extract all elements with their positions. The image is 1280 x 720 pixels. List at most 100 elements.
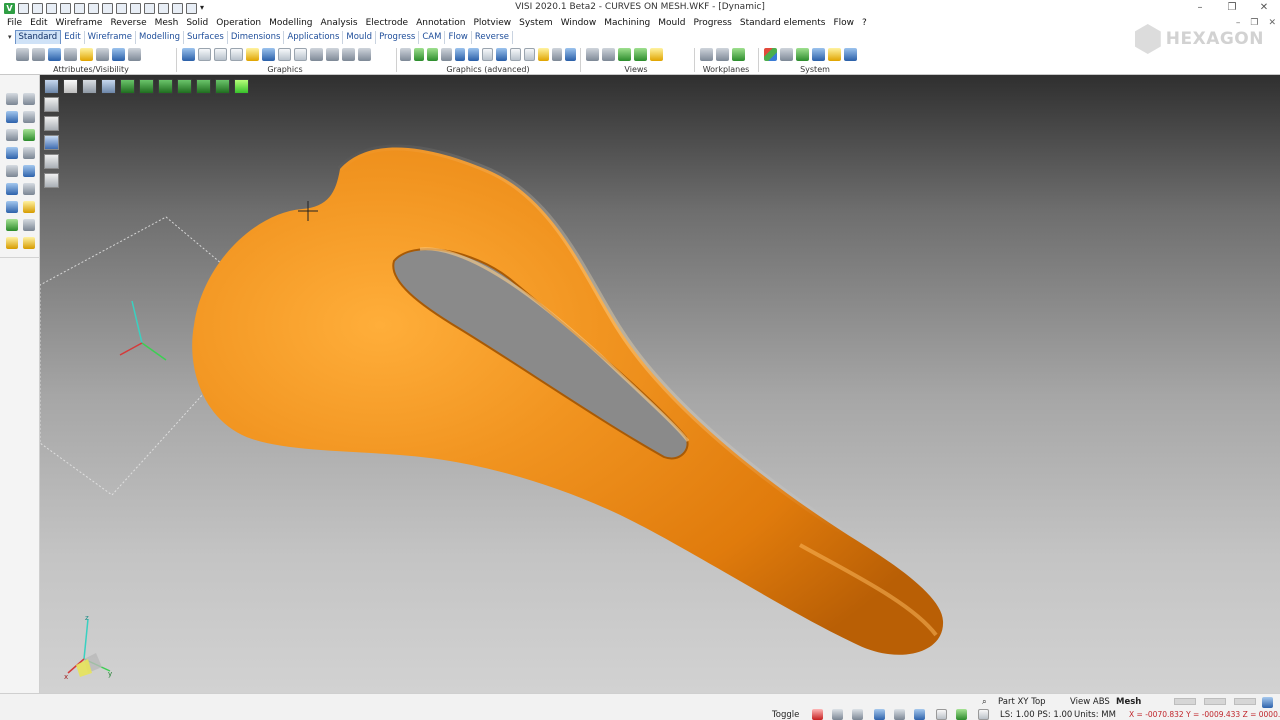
tab-dimensions[interactable]: Dimensions bbox=[228, 30, 285, 44]
status-toggle[interactable]: Toggle bbox=[772, 709, 799, 720]
recycle-icon[interactable] bbox=[6, 219, 18, 231]
workplane-icon[interactable] bbox=[700, 47, 713, 61]
backface-icon[interactable] bbox=[523, 47, 535, 61]
attribute-icon[interactable] bbox=[48, 47, 61, 61]
print-icon[interactable] bbox=[116, 2, 127, 14]
regenerate-icon[interactable] bbox=[182, 47, 195, 61]
display-mode-2-icon[interactable] bbox=[44, 116, 59, 131]
menu-progress[interactable]: Progress bbox=[689, 16, 735, 30]
view-right-cube-icon[interactable] bbox=[177, 79, 192, 94]
status-units[interactable]: Units: MM bbox=[1074, 709, 1116, 720]
menu-wireframe[interactable]: Wireframe bbox=[52, 16, 107, 30]
view-front-cube-icon[interactable] bbox=[120, 79, 135, 94]
viewport-menu-icon[interactable] bbox=[44, 79, 59, 94]
menu-system[interactable]: System bbox=[515, 16, 557, 30]
menu-help[interactable]: ? bbox=[858, 16, 871, 30]
tab-applications[interactable]: Applications bbox=[284, 30, 344, 44]
reflection-icon[interactable] bbox=[482, 47, 494, 61]
quality-icon[interactable] bbox=[551, 47, 563, 61]
display-mode-1-icon[interactable] bbox=[44, 97, 59, 112]
pan-icon[interactable] bbox=[618, 47, 631, 61]
edit-entity-icon[interactable] bbox=[23, 111, 35, 123]
move-icon[interactable] bbox=[6, 111, 18, 123]
solid-entity-icon[interactable] bbox=[23, 183, 35, 195]
view-back-cube-icon[interactable] bbox=[139, 79, 154, 94]
tab-surfaces[interactable]: Surfaces bbox=[184, 30, 228, 44]
new-file-icon[interactable] bbox=[18, 2, 29, 14]
hide-icon[interactable] bbox=[80, 47, 93, 61]
lighting-icon[interactable] bbox=[400, 47, 411, 61]
menu-file[interactable]: File bbox=[3, 16, 26, 30]
status-layer-icon[interactable] bbox=[852, 709, 863, 720]
select-icon[interactable] bbox=[6, 93, 18, 105]
menu-machining[interactable]: Machining bbox=[600, 16, 654, 30]
menu-modelling[interactable]: Modelling bbox=[265, 16, 316, 30]
hidden-line-icon[interactable] bbox=[230, 47, 243, 61]
exposure-icon[interactable] bbox=[509, 47, 521, 61]
open-file-icon[interactable] bbox=[32, 2, 43, 14]
display-mode-5-icon[interactable] bbox=[44, 173, 59, 188]
license-icon[interactable] bbox=[844, 47, 857, 61]
menu-reverse[interactable]: Reverse bbox=[106, 16, 150, 30]
colour-icon[interactable] bbox=[96, 47, 109, 61]
status-grid-icon[interactable] bbox=[894, 709, 905, 720]
menu-window[interactable]: Window bbox=[557, 16, 601, 30]
wireframe-view-icon[interactable] bbox=[198, 47, 211, 61]
curvature-icon[interactable] bbox=[537, 47, 549, 61]
menu-plotview[interactable]: Plotview bbox=[469, 16, 515, 30]
display-mode-3-icon[interactable] bbox=[44, 135, 59, 150]
status-mesh[interactable]: Mesh bbox=[1116, 696, 1141, 708]
saddle-mesh-model[interactable] bbox=[192, 144, 944, 655]
menu-mould[interactable]: Mould bbox=[654, 16, 689, 30]
tab-edit[interactable]: Edit bbox=[61, 30, 85, 44]
section-icon[interactable] bbox=[454, 47, 466, 61]
texture-icon[interactable] bbox=[427, 47, 439, 61]
layers-icon[interactable] bbox=[16, 47, 29, 61]
surface-icon[interactable] bbox=[23, 165, 35, 177]
view-iso-cube-icon[interactable] bbox=[234, 79, 249, 94]
menu-solid[interactable]: Solid bbox=[182, 16, 212, 30]
status-view-abs[interactable]: View ABS bbox=[1070, 696, 1110, 708]
settings-icon[interactable] bbox=[828, 47, 841, 61]
status-pointer-icon[interactable] bbox=[832, 709, 843, 720]
redo-icon[interactable] bbox=[172, 2, 183, 14]
menu-operation[interactable]: Operation bbox=[212, 16, 265, 30]
shaded-view-icon[interactable] bbox=[214, 47, 227, 61]
status-filter-icon[interactable] bbox=[936, 709, 947, 720]
rotate-entity-icon[interactable] bbox=[6, 183, 18, 195]
shadow-icon[interactable] bbox=[441, 47, 452, 61]
tab-flow[interactable]: Flow bbox=[445, 30, 472, 44]
help-icon[interactable] bbox=[6, 201, 18, 213]
zoom-window-icon[interactable] bbox=[586, 47, 599, 61]
filter-icon[interactable] bbox=[128, 47, 141, 61]
view-top-cube-icon[interactable] bbox=[196, 79, 211, 94]
customize-chevron-icon[interactable]: ▾ bbox=[200, 3, 211, 14]
close-button[interactable]: ✕ bbox=[1248, 0, 1280, 16]
minimize-button[interactable]: – bbox=[1184, 0, 1216, 16]
view-left-cube-icon[interactable] bbox=[158, 79, 173, 94]
transform-icon[interactable] bbox=[6, 147, 18, 159]
doc-close-button[interactable]: ✕ bbox=[1268, 16, 1276, 30]
silhouette-icon[interactable] bbox=[468, 47, 480, 61]
viewport-frame-icon[interactable] bbox=[63, 79, 78, 94]
status-part-view[interactable]: Part XY Top bbox=[998, 696, 1046, 708]
gallery-icon[interactable] bbox=[6, 237, 18, 249]
image-icon[interactable] bbox=[130, 2, 141, 14]
solid-view-icon[interactable] bbox=[246, 47, 259, 61]
clip-icon[interactable] bbox=[326, 47, 339, 61]
tab-reverse[interactable]: Reverse bbox=[472, 30, 514, 44]
status-refresh-icon[interactable] bbox=[956, 709, 967, 720]
tab-wireframe[interactable]: Wireframe bbox=[85, 30, 136, 44]
transparent-view-icon[interactable] bbox=[262, 47, 275, 61]
trim-icon[interactable] bbox=[23, 147, 35, 159]
shield-icon[interactable] bbox=[565, 47, 577, 61]
calculator-icon[interactable] bbox=[780, 47, 793, 61]
save-icon[interactable] bbox=[60, 2, 71, 14]
status-crosshair-icon[interactable] bbox=[978, 709, 989, 720]
view-bottom-cube-icon[interactable] bbox=[215, 79, 230, 94]
viewport-zoom-icon[interactable] bbox=[82, 79, 97, 94]
copy-entity-icon[interactable] bbox=[6, 129, 18, 141]
tab-mould[interactable]: Mould bbox=[343, 30, 377, 44]
undo-icon[interactable] bbox=[158, 2, 169, 14]
tab-standard[interactable]: Standard bbox=[14, 29, 62, 45]
